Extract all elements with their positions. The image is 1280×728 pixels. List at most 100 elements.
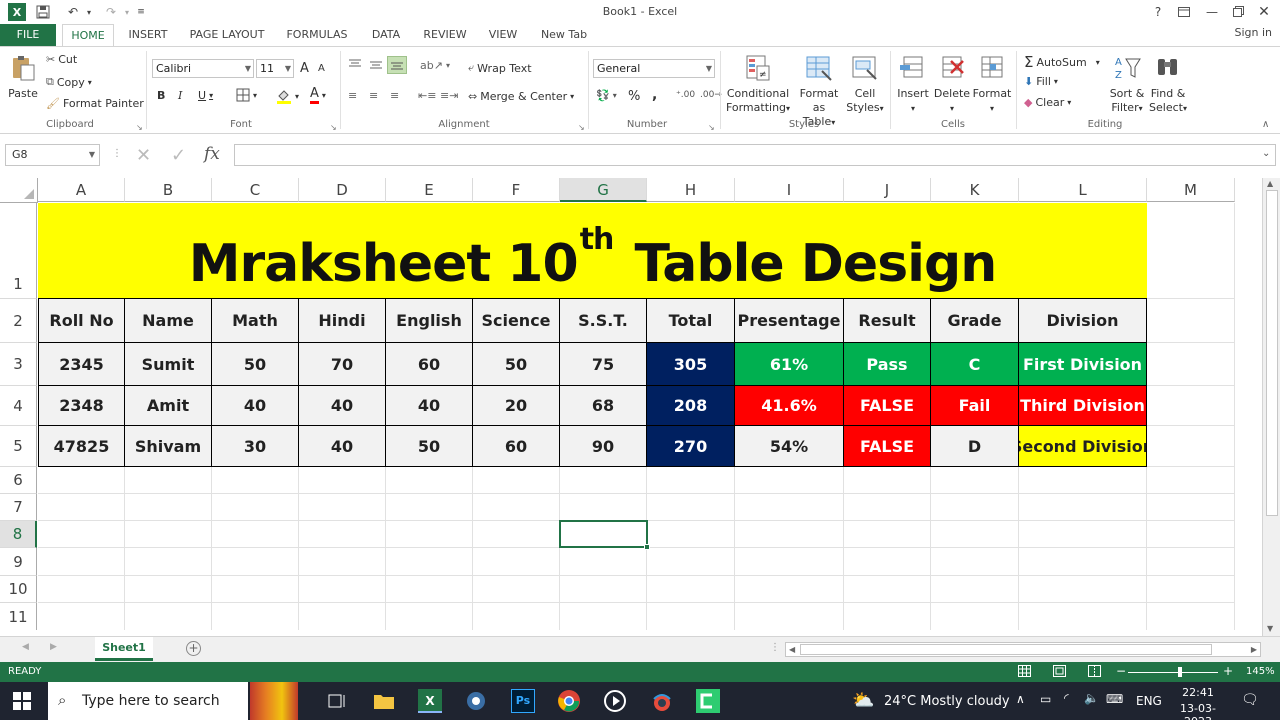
zoom-level[interactable]: 145% — [1246, 666, 1275, 677]
confirm-entry-icon[interactable]: ✓ — [171, 145, 186, 166]
cell[interactable] — [212, 603, 299, 630]
cell[interactable] — [560, 548, 647, 576]
cell[interactable] — [212, 521, 299, 548]
cell[interactable] — [647, 521, 735, 548]
copy-button[interactable]: ⧉ Copy ▾ — [46, 75, 92, 89]
fill-button[interactable]: ⬇ Fill ▾ — [1024, 75, 1058, 88]
cell[interactable] — [38, 521, 125, 548]
spreadsheet-grid[interactable]: ABCDEFGHIJKLM 1 2 3 4 5 6 7 8 9 10 11 Mraksheet 10… — [0, 178, 1262, 630]
cell[interactable] — [386, 494, 473, 521]
row-header-3[interactable]: 3 — [0, 343, 37, 386]
cell[interactable] — [125, 548, 212, 576]
fill-handle[interactable] — [644, 544, 650, 550]
clear-button[interactable]: ◆ Clear ▾ — [1024, 96, 1071, 109]
delete-cells-button[interactable]: Delete ▾ — [933, 53, 971, 116]
cell[interactable] — [212, 548, 299, 576]
header-cell-s-s-t[interactable]: S.S.T. — [560, 299, 647, 343]
cell[interactable] — [125, 603, 212, 630]
cell[interactable] — [735, 467, 844, 494]
fill-color-button[interactable]: ▾ — [276, 88, 299, 104]
cell[interactable] — [125, 494, 212, 521]
header-cell-hindi[interactable]: Hindi — [299, 299, 386, 343]
cell[interactable] — [931, 467, 1019, 494]
cell[interactable] — [931, 576, 1019, 603]
cell[interactable] — [473, 494, 560, 521]
data-cell[interactable]: 305 — [647, 343, 735, 386]
conditional-formatting-button[interactable]: ≠ Conditional Formatting▾ — [725, 53, 791, 116]
cell[interactable] — [647, 576, 735, 603]
sort-filter-button[interactable]: AZ Sort & Filter▾ — [1106, 53, 1148, 116]
task-view-icon[interactable] — [325, 689, 349, 713]
cell[interactable] — [1147, 299, 1235, 343]
data-cell[interactable]: C — [931, 343, 1019, 386]
column-header-i[interactable]: I — [735, 178, 844, 202]
data-cell[interactable]: 40 — [299, 386, 386, 426]
data-cell[interactable]: Third Division — [1019, 386, 1147, 426]
column-header-j[interactable]: J — [844, 178, 931, 202]
cell[interactable] — [212, 576, 299, 603]
data-cell[interactable]: First Division — [1019, 343, 1147, 386]
cell[interactable] — [647, 603, 735, 630]
header-cell-name[interactable]: Name — [125, 299, 212, 343]
vertical-scrollbar[interactable]: ▲ ▼ — [1262, 178, 1280, 636]
active-cell-g8[interactable] — [559, 520, 648, 548]
tab-insert[interactable]: INSERT — [124, 24, 172, 46]
cell[interactable] — [844, 603, 931, 630]
tab-data[interactable]: DATA — [367, 24, 405, 46]
grow-font-button[interactable]: A — [300, 61, 309, 76]
header-cell-grade[interactable]: Grade — [931, 299, 1019, 343]
increase-decimal-icon[interactable]: ⁺.00 — [676, 90, 695, 100]
insert-function-button[interactable]: fx — [204, 144, 220, 164]
data-cell[interactable]: Second Division — [1019, 426, 1147, 467]
data-cell[interactable]: 2345 — [38, 343, 125, 386]
accounting-format-button[interactable]: 💱 ▾ — [596, 89, 617, 102]
comma-style-button[interactable]: , — [652, 87, 657, 103]
find-select-button[interactable]: Find & Select▾ — [1148, 53, 1188, 116]
cell[interactable] — [1019, 603, 1147, 630]
data-cell[interactable]: 50 — [473, 343, 560, 386]
insert-cells-button[interactable]: Insert ▾ — [895, 53, 931, 116]
cut-button[interactable]: ✂ Cut — [46, 53, 77, 66]
column-header-b[interactable]: B — [125, 178, 212, 202]
tab-review[interactable]: REVIEW — [420, 24, 470, 46]
row-header-6[interactable]: 6 — [0, 467, 37, 494]
cell[interactable] — [931, 603, 1019, 630]
cell[interactable] — [1019, 494, 1147, 521]
row-header-11[interactable]: 11 — [0, 603, 37, 630]
prev-sheet-icon[interactable]: ◀ — [22, 642, 29, 652]
cell[interactable] — [473, 548, 560, 576]
photoshop-icon[interactable]: Ps — [511, 689, 535, 713]
tab-formulas[interactable]: FORMULAS — [284, 24, 350, 46]
cell[interactable] — [844, 467, 931, 494]
align-middle-icon[interactable] — [369, 59, 383, 71]
cell[interactable] — [473, 603, 560, 630]
cell[interactable] — [560, 467, 647, 494]
cell[interactable] — [1147, 576, 1235, 603]
data-cell[interactable]: 270 — [647, 426, 735, 467]
tab-page-layout[interactable]: PAGE LAYOUT — [186, 24, 268, 46]
close-icon[interactable]: ✕ — [1252, 2, 1276, 22]
cell[interactable] — [38, 576, 125, 603]
cell[interactable] — [386, 576, 473, 603]
scroll-right-icon[interactable]: ▶ — [1251, 643, 1257, 656]
page-break-view-icon[interactable] — [1088, 665, 1101, 680]
data-cell[interactable]: FALSE — [844, 386, 931, 426]
cell[interactable] — [299, 603, 386, 630]
cell[interactable] — [473, 467, 560, 494]
cell[interactable] — [931, 494, 1019, 521]
search-highlight-image[interactable] — [250, 682, 298, 720]
horizontal-scroll-thumb[interactable] — [800, 644, 1212, 655]
column-header-m[interactable]: M — [1147, 178, 1235, 202]
cell[interactable] — [125, 576, 212, 603]
decrease-decimal-icon[interactable]: .00→ — [700, 90, 722, 100]
expand-formula-bar-icon[interactable]: ⌄ — [1262, 148, 1270, 159]
cell[interactable] — [1147, 343, 1235, 386]
cell[interactable] — [735, 548, 844, 576]
name-box[interactable]: G8 ▼ — [5, 144, 100, 166]
column-header-f[interactable]: F — [473, 178, 560, 202]
tab-new-tab[interactable]: New Tab — [536, 24, 592, 46]
keyboard-icon[interactable]: ⌨ — [1106, 692, 1123, 706]
cell[interactable] — [560, 576, 647, 603]
shrink-font-button[interactable]: A — [318, 63, 325, 74]
row-header-7[interactable]: 7 — [0, 494, 37, 521]
